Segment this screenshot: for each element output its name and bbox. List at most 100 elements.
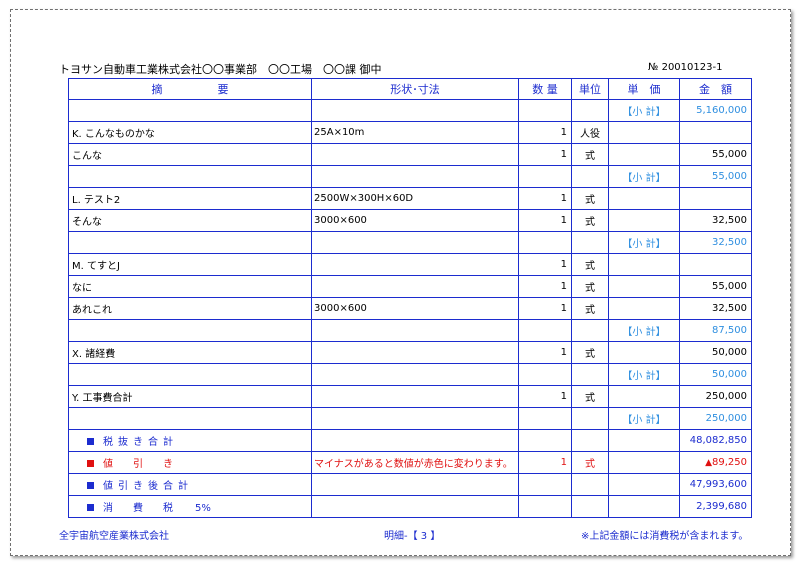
col-header-description: 摘 要 — [68, 78, 312, 100]
line-items: 【小 計】 5,160,000 K. こんなものかな 25A×10m 1 人役 こんな 1 式 5… — [68, 99, 752, 518]
item-amount — [679, 187, 752, 210]
discount-unit: 式 — [571, 451, 609, 474]
item-unit: 式 — [571, 297, 609, 320]
tax-included-note: ※上記金額には消費税が含まれます。 — [581, 531, 749, 542]
red-square-icon — [87, 460, 94, 467]
subtotal-amount: 55,000 — [679, 165, 752, 188]
item-quantity: 1 — [518, 253, 572, 276]
item-unit: 式 — [571, 187, 609, 210]
item-unit: 人役 — [571, 121, 609, 144]
recipient-company: トヨサン自動車工業株式会社〇〇事業部 〇〇工場 〇〇課 御中 — [59, 63, 382, 76]
item-spec — [311, 99, 519, 122]
subtotal-row: 【小 計】 55,000 — [68, 165, 752, 188]
subtotal-amount: 32,500 — [679, 231, 752, 254]
item-quantity — [518, 363, 572, 386]
summary-row-pretax-total: 税抜き合計 48,082,850 — [68, 429, 752, 452]
item-description — [68, 165, 312, 188]
blue-square-icon — [87, 482, 94, 489]
subtotal-row: 【小 計】 87,500 — [68, 319, 752, 342]
table-row: そんな 3000×600 1 式 32,500 — [68, 209, 752, 232]
item-unit: 式 — [571, 143, 609, 166]
item-spec: 25A×10m — [311, 121, 519, 144]
pretax-total-amount: 48,082,850 — [679, 429, 752, 452]
subtotal-label — [608, 187, 680, 210]
subtotal-row: 【小 計】 50,000 — [68, 363, 752, 386]
item-description: M. てすとJ — [68, 253, 312, 276]
item-description: そんな — [68, 209, 312, 232]
subtotal-label: 【小 計】 — [608, 363, 680, 386]
blue-square-icon — [87, 504, 94, 511]
subtotal-label: 【小 計】 — [608, 319, 680, 342]
subtotal-label — [608, 209, 680, 232]
col-header-amount: 金 額 — [679, 78, 752, 100]
item-description: Y. 工事費合計 — [68, 385, 312, 408]
subtotal-label — [608, 297, 680, 320]
item-amount: 32,500 — [679, 297, 752, 320]
item-quantity: 1 — [518, 187, 572, 210]
item-spec: 3000×600 — [311, 209, 519, 232]
subtotal-label — [608, 253, 680, 276]
subtotal-label — [608, 143, 680, 166]
item-description: あれこれ — [68, 297, 312, 320]
item-quantity — [518, 319, 572, 342]
subtotal-label: 【小 計】 — [608, 407, 680, 430]
tax-label: 消 費 税 — [103, 503, 173, 514]
table-row: X. 諸経費 1 式 50,000 — [68, 341, 752, 364]
item-unit: 式 — [571, 209, 609, 232]
item-spec — [311, 407, 519, 430]
after-discount-amount: 47,993,600 — [679, 473, 752, 496]
item-description — [68, 231, 312, 254]
blue-square-icon — [87, 438, 94, 445]
summary-row-consumption-tax: 消 費 税 5% 2,399,680 — [68, 495, 752, 518]
table-row: L. テスト2 2500W×300H×60D 1 式 — [68, 187, 752, 210]
tax-amount: 2,399,680 — [679, 495, 752, 518]
item-amount: 50,000 — [679, 341, 752, 364]
col-header-quantity: 数 量 — [518, 78, 572, 100]
col-header-unit: 単位 — [571, 78, 609, 100]
item-amount: 32,500 — [679, 209, 752, 232]
col-header-spec: 形状･寸法 — [311, 78, 519, 100]
item-spec — [311, 231, 519, 254]
item-unit — [571, 363, 609, 386]
item-unit — [571, 165, 609, 188]
table-row: あれこれ 3000×600 1 式 32,500 — [68, 297, 752, 320]
item-description: こんな — [68, 143, 312, 166]
subtotal-label — [608, 385, 680, 408]
subtotal-label: 【小 計】 — [608, 99, 680, 122]
tax-rate: 5% — [195, 503, 211, 514]
item-amount: 250,000 — [679, 385, 752, 408]
table-row: M. てすとJ 1 式 — [68, 253, 752, 276]
col-header-unit-price: 単 価 — [608, 78, 680, 100]
item-description — [68, 363, 312, 386]
item-description — [68, 319, 312, 342]
discount-note: マイナスがあると数値が赤色に変わります。 — [311, 451, 519, 474]
item-description: K. こんなものかな — [68, 121, 312, 144]
item-unit: 式 — [571, 275, 609, 298]
item-unit — [571, 99, 609, 122]
item-description: L. テスト2 — [68, 187, 312, 210]
item-quantity — [518, 407, 572, 430]
item-spec — [311, 363, 519, 386]
item-quantity: 1 — [518, 385, 572, 408]
item-unit: 式 — [571, 341, 609, 364]
subtotal-amount: 5,160,000 — [679, 99, 752, 122]
item-unit: 式 — [571, 253, 609, 276]
item-spec — [311, 341, 519, 364]
item-description — [68, 99, 312, 122]
item-spec — [311, 143, 519, 166]
subtotal-row: 【小 計】 32,500 — [68, 231, 752, 254]
subtotal-label — [608, 275, 680, 298]
summary-row-after-discount: 値引き後合計 47,993,600 — [68, 473, 752, 496]
item-amount: 55,000 — [679, 275, 752, 298]
item-amount — [679, 121, 752, 144]
table-row: K. こんなものかな 25A×10m 1 人役 — [68, 121, 752, 144]
item-quantity — [518, 165, 572, 188]
item-spec — [311, 319, 519, 342]
item-spec — [311, 275, 519, 298]
item-spec: 3000×600 — [311, 297, 519, 320]
item-spec — [311, 165, 519, 188]
discount-quantity: 1 — [518, 451, 572, 474]
item-quantity — [518, 231, 572, 254]
item-quantity — [518, 99, 572, 122]
subtotal-amount: 87,500 — [679, 319, 752, 342]
